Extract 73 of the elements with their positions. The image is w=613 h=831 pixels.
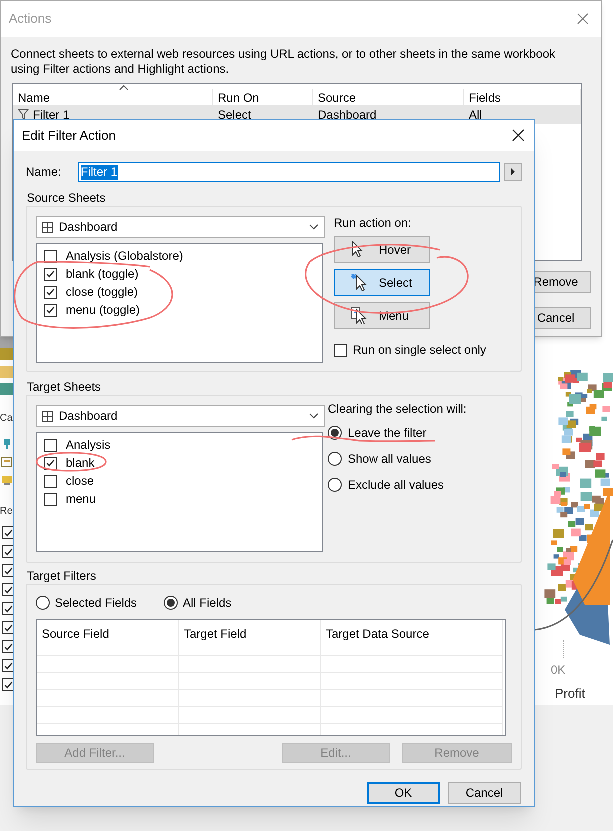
radio-label[interactable]: Selected Fields <box>55 594 138 612</box>
column-header[interactable]: Target Field <box>179 620 320 656</box>
run-action-button[interactable]: Select <box>334 269 430 296</box>
axis-title: Profit <box>555 685 586 703</box>
group-title: Target Sheets <box>26 380 102 394</box>
category-icon <box>1 474 13 486</box>
table-cell-text: Filter 1 <box>33 106 70 124</box>
sort-icon <box>119 85 129 91</box>
category-icon <box>1 438 13 450</box>
chevron-down-icon <box>309 224 319 230</box>
legend-swatch <box>0 348 14 360</box>
close-button[interactable] <box>510 128 526 144</box>
list-item-label[interactable]: blank <box>66 454 95 472</box>
list-item-label[interactable]: close (toggle) <box>66 283 138 301</box>
sidebar-label: Re <box>0 506 13 518</box>
radio-button[interactable] <box>328 478 342 492</box>
column-header[interactable]: Target Data Source <box>321 620 502 656</box>
table-cell-text: Select <box>218 106 252 124</box>
radio-label[interactable]: Leave the filter <box>348 424 427 442</box>
table-cell-text: Dashboard <box>318 106 377 124</box>
axis-tick-label: 0K <box>551 662 566 679</box>
table-cell-text: All <box>469 106 482 124</box>
list-item-label[interactable]: Analysis (Globalstore) <box>66 247 184 265</box>
sheet-dropdown[interactable]: Dashboard <box>36 405 325 427</box>
radio-label[interactable]: Exclude all values <box>348 476 444 494</box>
checkbox[interactable] <box>44 286 57 298</box>
filter-icon <box>18 109 29 120</box>
checkbox[interactable] <box>44 456 57 470</box>
group-title: Source Sheets <box>26 191 107 205</box>
checkbox[interactable] <box>44 474 57 488</box>
radio-button[interactable] <box>164 596 178 610</box>
window-title: Edit Filter Action <box>22 126 116 145</box>
close-icon <box>577 13 589 25</box>
list-item-label[interactable]: Analysis <box>66 436 111 454</box>
section-label: Clearing the selection will: <box>328 402 467 416</box>
dialog-button[interactable]: OK <box>367 782 440 804</box>
window-title: Actions <box>9 10 52 28</box>
dialog-button[interactable]: Cancel <box>448 782 521 804</box>
group-title: Target Filters <box>26 569 98 583</box>
menu-arrow-button[interactable] <box>504 163 522 181</box>
legend-swatch <box>0 383 14 395</box>
radio-button[interactable] <box>36 596 50 610</box>
menu-cursor-icon <box>351 307 367 324</box>
grid-icon <box>42 410 53 422</box>
radio-button[interactable] <box>328 452 342 466</box>
chevron-down-icon <box>309 413 319 419</box>
list-item-label[interactable]: menu <box>66 490 96 508</box>
checkbox[interactable] <box>44 304 57 316</box>
column-header[interactable]: Source Field <box>37 620 178 656</box>
grid-icon <box>42 222 53 232</box>
close-icon <box>512 129 524 142</box>
checkbox[interactable] <box>44 438 57 452</box>
cursor-icon <box>351 274 367 291</box>
triangle-icon <box>510 168 516 176</box>
category-icon <box>1 456 13 468</box>
checkbox[interactable] <box>44 268 57 280</box>
description-text: Connect sheets to external web resources using URL actions, or to other sheets in the same workbook using Filter actions and Highlight actions. <box>11 47 557 77</box>
list-item-label[interactable]: close <box>66 472 94 490</box>
sheet-dropdown[interactable]: Dashboard <box>36 216 325 238</box>
run-action-button[interactable]: Hover <box>334 236 430 263</box>
list-item-label[interactable]: menu (toggle) <box>66 301 140 319</box>
sidebar-label: Ca <box>0 413 13 425</box>
checkbox-label[interactable]: Run on single select only <box>353 341 486 359</box>
section-label: Run action on: <box>334 216 412 230</box>
radio-label[interactable]: Show all values <box>348 450 432 468</box>
legend-swatch <box>0 366 14 378</box>
checkbox[interactable] <box>44 250 57 262</box>
field-label: Name: <box>26 164 62 181</box>
name-field[interactable]: Filter 1 <box>78 162 500 182</box>
list-item-label[interactable]: blank (toggle) <box>66 265 139 283</box>
checkbox[interactable] <box>44 492 57 506</box>
checkbox[interactable] <box>334 344 347 356</box>
radio-label[interactable]: All Fields <box>183 594 232 612</box>
